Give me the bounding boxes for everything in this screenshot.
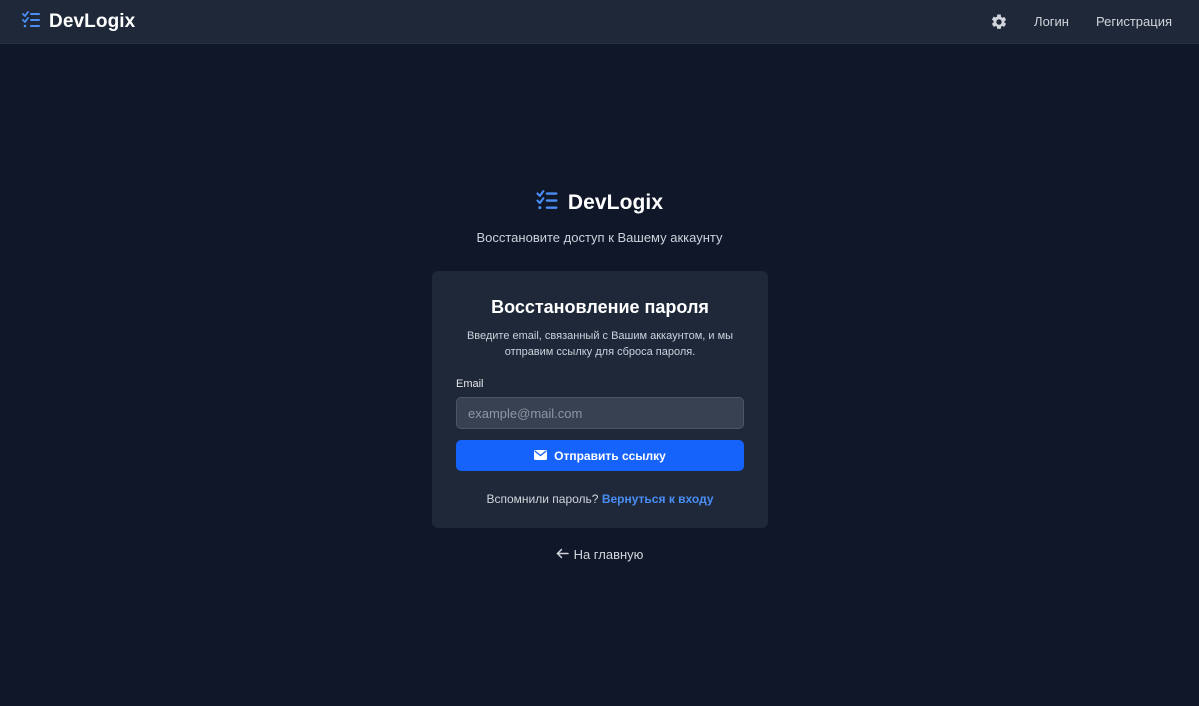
nav-right: Логин Регистрация	[989, 12, 1172, 32]
home-link-label: На главную	[573, 547, 644, 562]
card-title: Восстановление пароля	[491, 297, 709, 317]
login-link[interactable]: Логин	[1034, 14, 1069, 29]
brand-link[interactable]: DevLogix	[22, 11, 135, 33]
gear-icon[interactable]	[989, 12, 1009, 32]
remember-text: Вспомнили пароль?	[486, 492, 599, 506]
back-to-login-link[interactable]: Вернуться к входу	[602, 492, 714, 506]
checklist-icon	[536, 190, 559, 215]
email-field[interactable]	[456, 397, 744, 429]
home-link[interactable]: На главную	[0, 547, 1199, 562]
envelope-icon	[534, 449, 548, 463]
hero-brand-name: DevLogix	[567, 190, 664, 214]
email-label: Email	[456, 378, 484, 390]
reset-password-card: Восстановление пароля Введите email, свя…	[432, 271, 768, 528]
main-content: DevLogix Восстановите доступ к Вашему ак…	[0, 44, 1199, 706]
checklist-icon	[22, 10, 41, 33]
page-subtitle: Восстановите доступ к Вашему аккаунту	[476, 230, 723, 245]
brand-name: DevLogix	[49, 10, 136, 32]
remember-password-row: Вспомнили пароль? Вернуться к входу	[456, 492, 744, 506]
hero-brand: DevLogix	[0, 190, 1199, 215]
card-description: Введите email, связанный с Вашим аккаунт…	[466, 330, 734, 358]
register-link[interactable]: Регистрация	[1096, 14, 1172, 29]
send-link-button[interactable]: Отправить ссылку	[456, 440, 744, 471]
top-navbar: DevLogix Логин Регистрация	[0, 0, 1199, 44]
arrow-left-icon	[556, 547, 569, 562]
send-link-label: Отправить ссылку	[554, 448, 666, 463]
